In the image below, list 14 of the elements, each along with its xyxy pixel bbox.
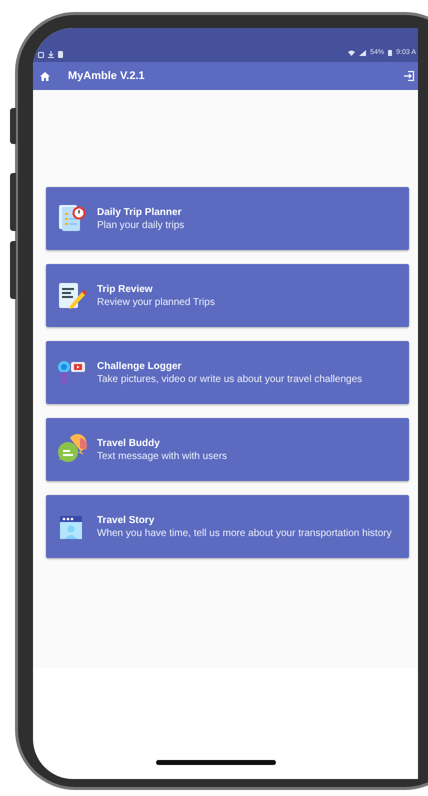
download-icon <box>48 51 54 58</box>
menu-card[interactable]: Challenge Logger Take pictures, video or write us about your travel challenges <box>46 341 409 404</box>
wifi-icon <box>348 50 356 56</box>
battery-icon <box>388 50 392 56</box>
menu-card[interactable]: Trip Review Review your planned Trips <box>46 264 409 327</box>
menu-card[interactable]: Daily Trip Planner Plan your daily trips <box>46 187 409 250</box>
menu-card[interactable]: Travel Story When you have time, tell us more about your transportation history <box>46 495 409 558</box>
file-icon <box>58 51 63 58</box>
notification-icon <box>38 51 44 58</box>
menu-card[interactable]: Travel Buddy Text message with with users <box>46 418 409 481</box>
app-title: MyAmble V.2.1 <box>68 68 146 84</box>
logout-icon[interactable] <box>404 71 414 81</box>
home-icon[interactable] <box>40 72 50 80</box>
signal-icon <box>359 50 366 56</box>
